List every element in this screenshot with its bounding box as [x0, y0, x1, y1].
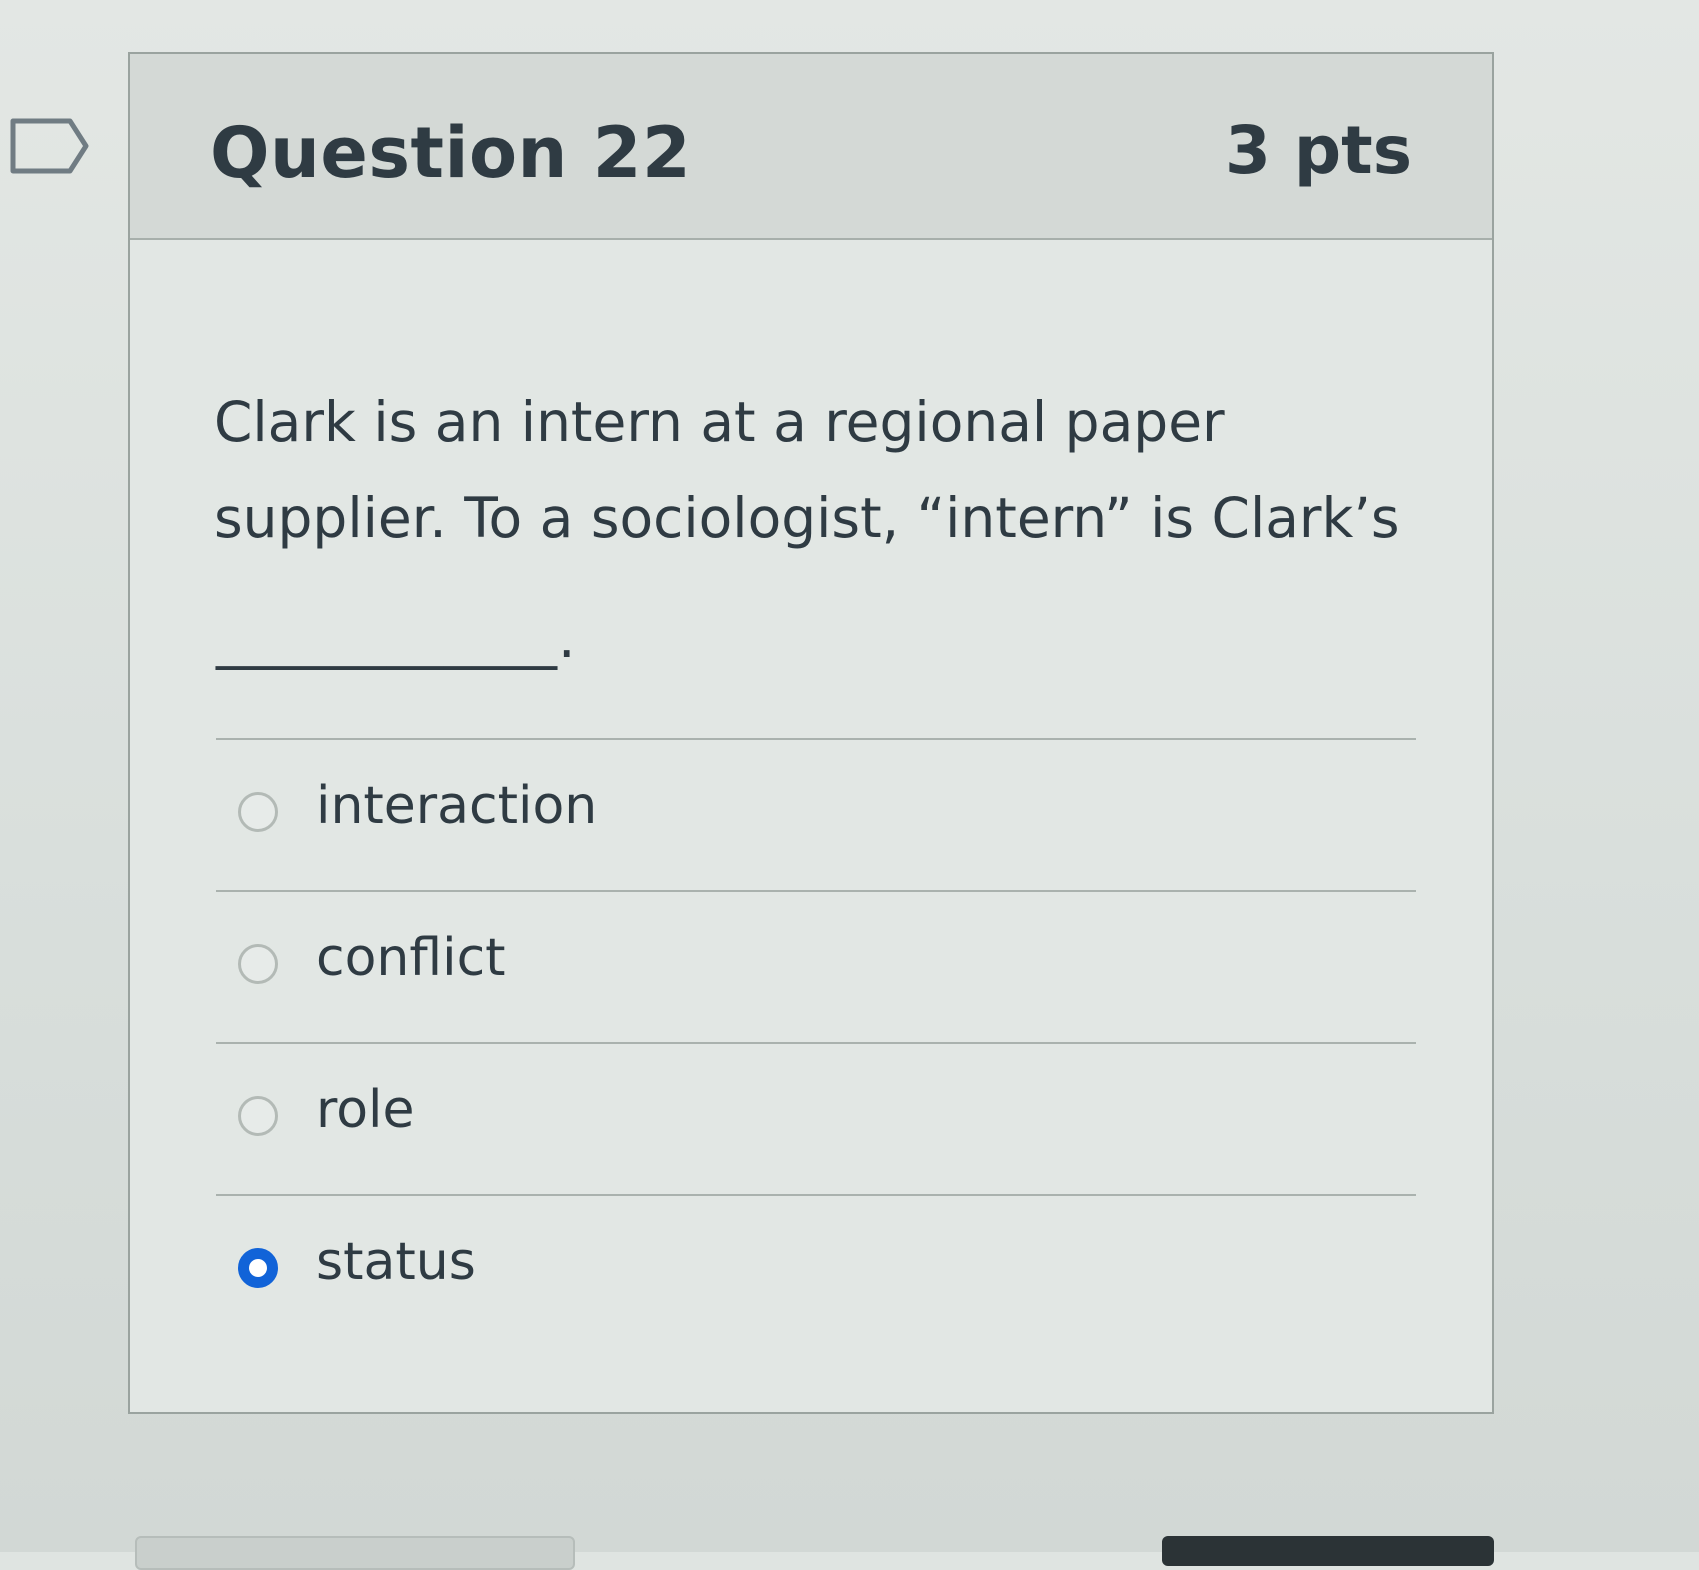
radio-button[interactable]: [238, 944, 278, 984]
flag-icon[interactable]: [10, 118, 90, 174]
answer-blank: ____________.: [216, 606, 577, 670]
answer-option-interaction[interactable]: interaction: [216, 738, 1416, 890]
radio-button[interactable]: [238, 1096, 278, 1136]
question-text: Clark is an intern at a regional paper s…: [214, 390, 1400, 550]
answer-option-role[interactable]: role: [216, 1042, 1416, 1194]
question-header: Question 22 3 pts: [130, 54, 1492, 240]
question-points: 3 pts: [1225, 112, 1412, 189]
next-button[interactable]: [1162, 1536, 1494, 1566]
answer-label[interactable]: conflict: [316, 928, 506, 988]
answer-list: interaction conflict role status: [216, 738, 1416, 1346]
radio-button[interactable]: [238, 792, 278, 832]
previous-button[interactable]: [135, 1536, 575, 1570]
question-card: Question 22 3 pts Clark is an intern at …: [128, 52, 1494, 1414]
question-title: Question 22: [210, 112, 692, 194]
answer-label[interactable]: role: [316, 1080, 415, 1140]
answer-label[interactable]: interaction: [316, 776, 597, 836]
radio-button-selected[interactable]: [238, 1248, 278, 1288]
answer-option-status[interactable]: status: [216, 1194, 1416, 1346]
answer-label[interactable]: status: [316, 1232, 476, 1292]
answer-option-conflict[interactable]: conflict: [216, 890, 1416, 1042]
